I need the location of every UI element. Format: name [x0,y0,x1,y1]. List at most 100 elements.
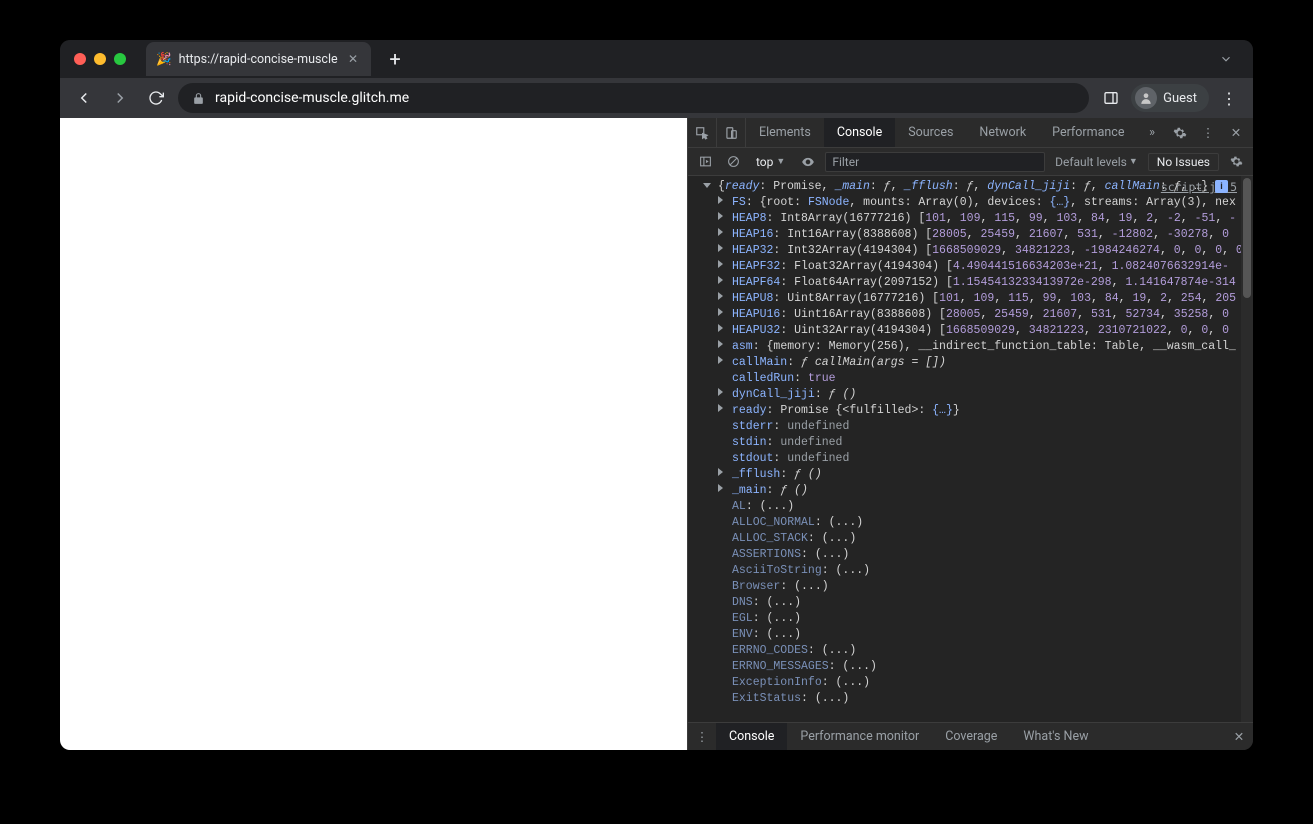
chevron-down-icon: ▼ [776,156,785,167]
settings-icon[interactable] [1167,120,1193,146]
console-property-row[interactable]: HEAPF32: Float32Array(4194304) [4.490441… [704,259,1253,275]
tab-favicon: 🎉 [156,52,172,67]
console-property-row[interactable]: HEAPU32: Uint32Array(4194304) [166850902… [704,323,1253,339]
close-tab-icon[interactable]: ✕ [345,52,361,66]
clear-console-icon[interactable] [722,151,744,173]
console-property-row[interactable]: ENV: (...) [704,627,1253,643]
console-property-row[interactable]: stdout: undefined [704,451,1253,467]
traffic-lights [70,53,134,65]
tab-console[interactable]: Console [824,118,895,147]
console-property-row[interactable]: HEAPU8: Uint8Array(16777216) [101, 109, … [704,291,1253,307]
console-property-row[interactable]: stderr: undefined [704,419,1253,435]
drawer-tabs: Console Performance monitor Coverage Wha… [716,723,1101,750]
drawer-tab-coverage[interactable]: Coverage [932,723,1010,750]
devtools-tabs: Elements Console Sources Network Perform… [746,118,1137,147]
console-settings-icon[interactable] [1225,151,1247,173]
profile-chip[interactable]: Guest [1131,84,1209,112]
console-property-row[interactable]: ready: Promise {<fulfilled>: {…}} [704,403,1253,419]
close-devtools-icon[interactable]: ✕ [1223,120,1249,146]
browser-window: 🎉 https://rapid-concise-muscle.g ✕ + rap… [60,40,1253,750]
devtools-toolbar: Elements Console Sources Network Perform… [688,118,1253,148]
console-property-row[interactable]: DNS: (...) [704,595,1253,611]
tab-network[interactable]: Network [966,118,1039,147]
console-property-row[interactable]: calledRun: true [704,371,1253,387]
console-property-row[interactable]: AL: (...) [704,499,1253,515]
devtools-menu-icon[interactable]: ⋮ [1195,120,1221,146]
omnibox[interactable]: rapid-concise-muscle.glitch.me [178,83,1089,113]
back-button[interactable] [70,84,98,112]
drawer-tab-perfmon[interactable]: Performance monitor [787,723,932,750]
console-property-row[interactable]: callMain: ƒ callMain(args = []) [704,355,1253,371]
issues-button[interactable]: No Issues [1148,153,1219,171]
console-property-row[interactable]: HEAP8: Int8Array(16777216) [101, 109, 11… [704,211,1253,227]
maximize-window-button[interactable] [114,53,126,65]
tab-sources[interactable]: Sources [895,118,966,147]
device-toolbar-icon[interactable] [717,118,746,147]
lock-icon [192,92,205,105]
console-property-row[interactable]: HEAP32: Int32Array(4194304) [1668509029,… [704,243,1253,259]
close-window-button[interactable] [74,53,86,65]
forward-button[interactable] [106,84,134,112]
console-property-row[interactable]: ASSERTIONS: (...) [704,547,1253,563]
issues-label: No Issues [1157,155,1210,169]
log-levels-selector[interactable]: Default levels ▼ [1051,155,1142,169]
minimize-window-button[interactable] [94,53,106,65]
side-panel-icon[interactable] [1097,84,1125,112]
browser-menu-icon[interactable]: ⋮ [1215,89,1243,108]
filter-input[interactable]: Filter [825,152,1045,172]
console-property-row[interactable]: ALLOC_STACK: (...) [704,531,1253,547]
console-property-row[interactable]: FS: {root: FSNode, mounts: Array(0), dev… [704,195,1253,211]
console-property-row[interactable]: HEAPF64: Float64Array(2097152) [1.154541… [704,275,1253,291]
window-chevron-icon[interactable] [1209,52,1243,66]
content-area: Elements Console Sources Network Perform… [60,118,1253,750]
devtools-drawer: ⋮ Console Performance monitor Coverage W… [688,722,1253,750]
tab-performance[interactable]: Performance [1039,118,1137,147]
console-property-row[interactable]: HEAP16: Int16Array(8388608) [28005, 2545… [704,227,1253,243]
info-badge-icon[interactable]: i [1215,180,1228,193]
console-object-summary[interactable]: {ready: Promise, _main: ƒ, _fflush: ƒ, d… [704,179,1253,195]
console-property-row[interactable]: stdin: undefined [704,435,1253,451]
scrollbar-vertical[interactable] [1241,176,1253,722]
tab-strip: 🎉 https://rapid-concise-muscle.g ✕ + [60,40,1253,78]
tab-title: https://rapid-concise-muscle.g [179,52,338,67]
omnibox-text: rapid-concise-muscle.glitch.me [215,90,409,106]
console-property-row[interactable]: _main: ƒ () [704,483,1253,499]
console-output[interactable]: script.js:5 {ready: Promise, _main: ƒ, _… [688,176,1253,722]
console-property-row[interactable]: dynCall_jiji: ƒ () [704,387,1253,403]
devtools-panel: Elements Console Sources Network Perform… [687,118,1253,750]
console-property-row[interactable]: ERRNO_CODES: (...) [704,643,1253,659]
profile-label: Guest [1163,91,1197,106]
close-drawer-icon[interactable]: ✕ [1225,729,1253,745]
levels-label: Default levels [1055,155,1127,169]
new-tab-button[interactable]: + [381,45,409,73]
context-selector[interactable]: top ▼ [750,155,791,169]
address-bar: rapid-concise-muscle.glitch.me Guest ⋮ [60,78,1253,118]
console-property-row[interactable]: HEAPU16: Uint16Array(8388608) [28005, 25… [704,307,1253,323]
drawer-menu-icon[interactable]: ⋮ [688,729,716,745]
avatar-icon [1135,87,1157,109]
console-property-row[interactable]: asm: {memory: Memory(256), __indirect_fu… [704,339,1253,355]
tab-elements[interactable]: Elements [746,118,824,147]
chevron-down-icon: ▼ [1129,156,1138,167]
console-toolbar: top ▼ Filter Default levels ▼ No Issues [688,148,1253,176]
console-property-row[interactable]: ExitStatus: (...) [704,691,1253,707]
more-tabs-icon[interactable]: » [1139,120,1165,146]
console-property-row[interactable]: ERRNO_MESSAGES: (...) [704,659,1253,675]
console-property-row[interactable]: Browser: (...) [704,579,1253,595]
live-expression-icon[interactable] [797,151,819,173]
console-property-row[interactable]: ALLOC_NORMAL: (...) [704,515,1253,531]
browser-tab[interactable]: 🎉 https://rapid-concise-muscle.g ✕ [146,42,371,76]
filter-placeholder: Filter [832,155,859,169]
console-sidebar-toggle-icon[interactable] [694,151,716,173]
drawer-tab-console[interactable]: Console [716,723,787,750]
reload-button[interactable] [142,84,170,112]
inspect-element-icon[interactable] [688,118,717,147]
web-page[interactable] [60,118,687,750]
context-label: top [756,155,773,169]
console-property-row[interactable]: ExceptionInfo: (...) [704,675,1253,691]
toolbar-right: Guest ⋮ [1097,84,1243,112]
console-property-row[interactable]: _fflush: ƒ () [704,467,1253,483]
console-property-row[interactable]: EGL: (...) [704,611,1253,627]
drawer-tab-whatsnew[interactable]: What's New [1010,723,1101,750]
console-property-row[interactable]: AsciiToString: (...) [704,563,1253,579]
